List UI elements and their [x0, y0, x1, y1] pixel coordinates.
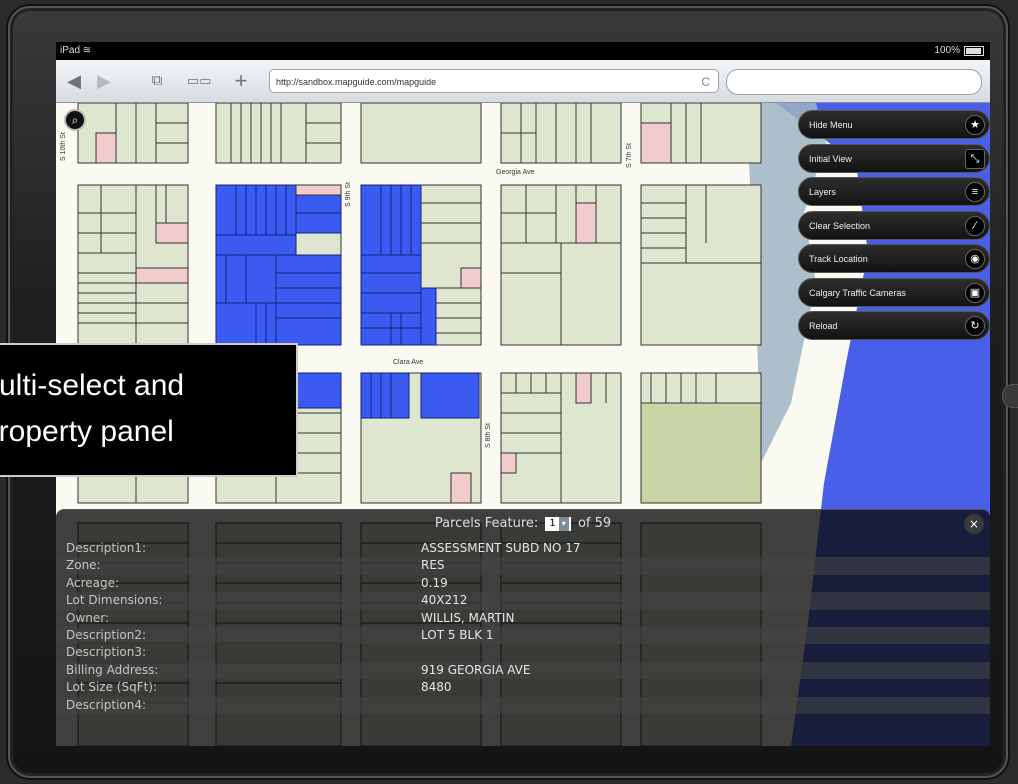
reload-icon[interactable]: C [701, 70, 710, 94]
camera-icon: ▣ [965, 282, 985, 303]
property-row: Zone: RES [56, 557, 990, 575]
layers-icon: ≡ [965, 182, 985, 202]
add-bookmark-icon[interactable]: + [229, 69, 253, 93]
wifi-icon: ≋ [82, 45, 92, 56]
property-list: Description1: ASSESSMENT SUBD NO 17 Zone:… [56, 540, 990, 714]
battery-status: 100% [934, 45, 984, 56]
caption-line-2: property panel [0, 415, 174, 448]
menu-item-label: Calgary Traffic Cameras [809, 287, 906, 298]
street-label-s7th: S 7th St [626, 143, 633, 168]
street-label-clara: Clara Ave [393, 359, 424, 366]
street-label-s8th: S 8th St [485, 423, 492, 448]
battery-icon [964, 45, 984, 56]
refresh-icon: ↻ [965, 316, 985, 336]
property-row: Description4: [56, 696, 990, 714]
menu-item-traffic-cameras[interactable]: Calgary Traffic Cameras ▣ [798, 277, 990, 307]
feature-count: of 59 [577, 516, 612, 531]
street-label-georgia: Georgia Ave [496, 169, 535, 176]
status-bar: iPad ≋ 100% [56, 42, 990, 60]
menu-item-reload[interactable]: Reload ↻ [798, 311, 990, 340]
menu-item-hide-menu[interactable]: Hide Menu ★ [798, 110, 990, 139]
target-icon: ◉ [965, 249, 985, 269]
device-name: iPad ≋ [60, 45, 92, 56]
menu-item-label: Layers [809, 187, 837, 197]
property-row: Acreage: 0.19 [66, 575, 448, 590]
star-icon: ★ [965, 115, 985, 135]
close-icon[interactable]: × [964, 514, 984, 534]
property-row: Description3: [66, 645, 147, 660]
property-row: Lot Size (SqFt): 8480 [66, 680, 452, 695]
property-row: Billing Address: 919 GEORGIA AVE [56, 661, 990, 680]
caption-line-1: Multi-select and [0, 369, 185, 402]
menu-item-label: Hide Menu [809, 120, 853, 130]
url-text: http://sandbox.mapguide.com/mapguide [276, 77, 437, 87]
menu-item-label: Track Location [809, 254, 868, 264]
battery-text: 100% [934, 45, 960, 56]
back-icon[interactable]: ◀ [62, 69, 86, 93]
forward-icon[interactable]: ▶ [92, 69, 116, 93]
property-row: Description1: ASSESSMENT SUBD NO 17 [66, 541, 581, 555]
menu-item-label: Initial View [809, 153, 852, 164]
menu-item-track-location[interactable]: Track Location ◉ [798, 244, 990, 273]
menu-item-clear-selection[interactable]: Clear Selection ∕ [798, 210, 990, 240]
property-row: Description2: LOT 5 BLK 1 [56, 626, 990, 645]
caption-overlay: Multi-select and property panel [0, 343, 298, 477]
locate-icon[interactable]: ⌕ [64, 109, 86, 131]
eraser-icon: ∕ [965, 215, 985, 236]
property-row: Owner: WILLIS, MARTIN [66, 610, 515, 625]
url-bar[interactable]: http://sandbox.mapguide.com/mapguide C [269, 69, 719, 93]
device-side-button [1002, 384, 1018, 408]
menu-item-layers[interactable]: Layers ≡ [798, 177, 990, 206]
street-label-s10th: S 10th St [60, 132, 67, 161]
side-menu: Hide Menu ★ Initial View ⤡ Layers ≡ Clea… [798, 110, 990, 345]
panel-header: Parcels Feature: 1 ▾ of 59 [56, 516, 990, 531]
search-input[interactable] [726, 69, 982, 95]
menu-item-label: Clear Selection [809, 220, 871, 231]
menu-item-label: Reload [809, 321, 838, 331]
property-row: Lot Dimensions: 40X212 [56, 592, 990, 610]
chevron-down-icon: ▾ [558, 516, 569, 531]
bookmarks-icon[interactable]: ▭▭ [187, 69, 212, 93]
panel-title: Parcels Feature: [434, 516, 539, 531]
expand-icon: ⤡ [965, 148, 985, 169]
feature-select[interactable]: 1 ▾ [545, 516, 571, 531]
street-label-s9th: S 9th St [345, 182, 352, 207]
property-panel: Parcels Feature: 1 ▾ of 59 × Description1… [56, 509, 990, 746]
menu-item-initial-view[interactable]: Initial View ⤡ [798, 143, 990, 173]
tabs-icon[interactable]: ⧉ [145, 69, 169, 93]
browser-toolbar: ◀ ▶ ⧉ ▭▭ + http://sandbox.mapguide.com/m… [56, 60, 990, 103]
